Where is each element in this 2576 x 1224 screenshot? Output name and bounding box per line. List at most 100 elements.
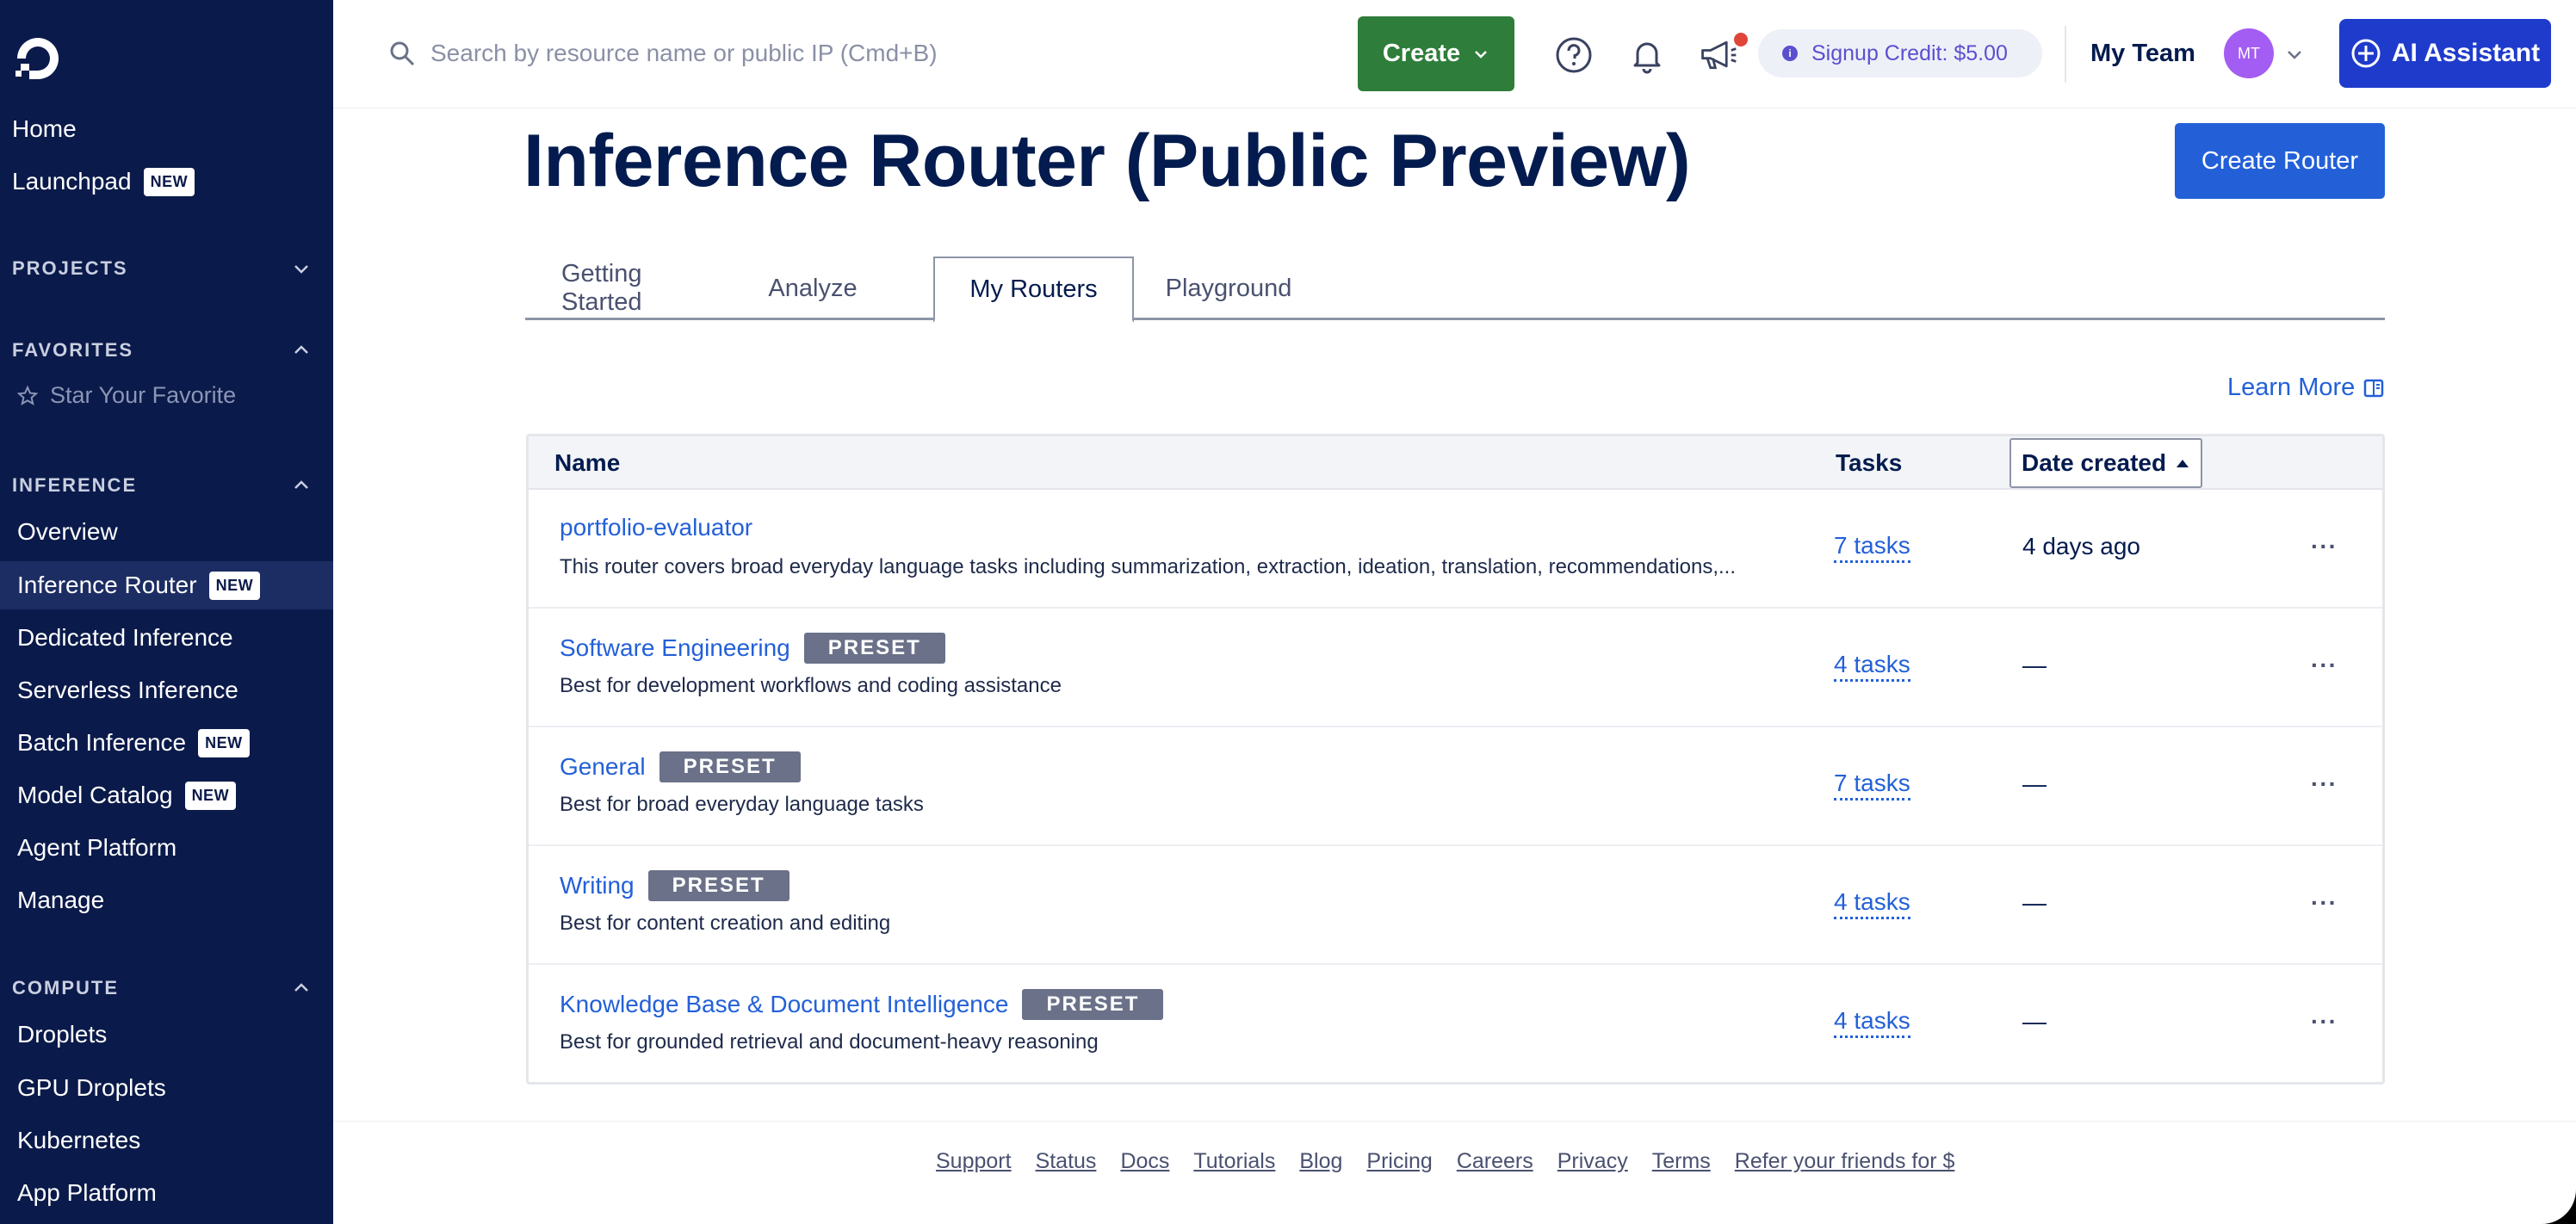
learn-more-label: Learn More <box>2227 374 2356 401</box>
sidebar-item-label: GPU Droplets <box>17 1074 166 1101</box>
date-created: — <box>2022 652 2047 678</box>
sidebar-item-gpu-droplets[interactable]: GPU Droplets <box>0 1064 333 1112</box>
sidebar-item-batch-inference[interactable]: Batch Inference NEW <box>0 719 333 767</box>
new-badge: NEW <box>208 571 261 600</box>
sidebar-item-home[interactable]: Home <box>0 105 333 153</box>
router-name-cell: Writing PRESET <box>560 870 790 901</box>
section-favorites[interactable]: FAVORITES <box>0 333 333 368</box>
router-name-link[interactable]: General <box>560 753 646 781</box>
favorite-label: Star Your Favorite <box>50 382 237 408</box>
tab-analyze[interactable]: Analyze <box>761 257 864 320</box>
avatar[interactable]: MT <box>2224 28 2274 78</box>
tasks-link[interactable]: 4 tasks <box>1834 1006 1910 1038</box>
divider <box>2065 26 2066 83</box>
sidebar-item-app-platform[interactable]: App Platform <box>0 1169 333 1217</box>
section-inference[interactable]: INFERENCE <box>0 468 333 503</box>
section-compute[interactable]: COMPUTE <box>0 971 333 1005</box>
column-header-date-created[interactable]: Date created <box>2009 438 2203 488</box>
chevron-up-icon <box>294 983 308 992</box>
more-options-icon[interactable]: ··· <box>2311 889 2338 917</box>
sidebar-item-dedicated-inference[interactable]: Dedicated Inference <box>0 614 333 662</box>
tasks-link[interactable]: 4 tasks <box>1834 650 1910 682</box>
bell-icon <box>1633 42 1661 74</box>
help-icon <box>1556 37 1592 73</box>
sidebar-item-label: Kubernetes <box>17 1127 141 1153</box>
more-options-icon[interactable]: ··· <box>2311 533 2338 560</box>
star-icon <box>17 385 38 405</box>
router-name-link[interactable]: portfolio-evaluator <box>560 514 752 541</box>
announcements-button[interactable] <box>1698 34 1739 76</box>
more-options-icon[interactable]: ··· <box>2311 770 2338 798</box>
router-description: Best for content creation and editing <box>560 912 891 935</box>
new-badge: NEW <box>198 728 250 757</box>
router-description: Best for grounded retrieval and document… <box>560 1030 1099 1054</box>
help-button[interactable] <box>1553 34 1595 76</box>
footer-link-privacy[interactable]: Privacy <box>1557 1149 1628 1174</box>
tasks-link[interactable]: 7 tasks <box>1834 769 1910 801</box>
more-options-icon[interactable]: ··· <box>2311 652 2338 679</box>
footer-link-docs[interactable]: Docs <box>1120 1149 1169 1174</box>
digitalocean-logo-icon[interactable] <box>10 31 65 86</box>
tab-my-routers[interactable]: My Routers <box>933 257 1134 323</box>
sidebar-item-manage[interactable]: Manage <box>0 876 333 924</box>
section-label: FAVORITES <box>12 339 134 361</box>
sidebar-item-model-catalog[interactable]: Model Catalog NEW <box>0 771 333 819</box>
sidebar-item-launchpad[interactable]: Launchpad NEW <box>0 158 333 206</box>
star-your-favorite[interactable]: Star Your Favorite <box>17 382 236 409</box>
create-router-button[interactable]: Create Router <box>2175 123 2385 199</box>
tab-playground[interactable]: Playground <box>1155 257 1302 320</box>
column-header-label: Date created <box>2022 449 2167 476</box>
router-name-link[interactable]: Software Engineering <box>560 634 790 662</box>
footer-link-terms[interactable]: Terms <box>1652 1149 1711 1174</box>
footer-link-pricing[interactable]: Pricing <box>1366 1149 1432 1174</box>
router-name-cell: Software Engineering PRESET <box>560 633 945 664</box>
column-header-name[interactable]: Name <box>554 436 620 490</box>
sidebar-item-serverless-inference[interactable]: Serverless Inference <box>0 666 333 714</box>
table-row: General PRESET Best for broad everyday l… <box>529 727 2382 846</box>
sidebar-item-label: App Platform <box>17 1179 157 1206</box>
footer-link-status[interactable]: Status <box>1036 1149 1097 1174</box>
sidebar-item-label: Serverless Inference <box>17 677 238 703</box>
search-input[interactable] <box>430 33 1205 74</box>
tasks-link[interactable]: 7 tasks <box>1834 531 1910 563</box>
tab-getting-started[interactable]: Getting Started <box>561 257 684 320</box>
footer-link-support[interactable]: Support <box>936 1149 1012 1174</box>
footer-link-referral[interactable]: Refer your friends for $ <box>1735 1149 1955 1174</box>
table-header: Name Tasks Date created <box>529 436 2382 490</box>
date-created: — <box>2022 889 2047 916</box>
footer-links: Support Status Docs Tutorials Blog Prici… <box>936 1149 1954 1174</box>
learn-more-link[interactable]: Learn More <box>2227 374 2384 402</box>
more-options-icon[interactable]: ··· <box>2311 1008 2338 1035</box>
book-icon <box>2364 379 2384 397</box>
tasks-link[interactable]: 4 tasks <box>1834 887 1910 919</box>
footer-link-blog[interactable]: Blog <box>1299 1149 1342 1174</box>
router-name-cell: portfolio-evaluator <box>560 514 752 541</box>
router-name-link[interactable]: Knowledge Base & Document Intelligence <box>560 991 1008 1018</box>
chevron-up-icon <box>294 480 308 489</box>
team-name[interactable]: My Team <box>2090 40 2195 68</box>
sidebar-item-agent-platform[interactable]: Agent Platform <box>0 824 333 872</box>
chevron-down-icon[interactable] <box>2285 45 2304 64</box>
footer-link-careers[interactable]: Careers <box>1457 1149 1533 1174</box>
sidebar-item-kubernetes[interactable]: Kubernetes <box>0 1116 333 1165</box>
router-name-cell: Knowledge Base & Document Intelligence P… <box>560 989 1164 1020</box>
footer-link-tutorials[interactable]: Tutorials <box>1193 1149 1275 1174</box>
section-projects[interactable]: PROJECTS <box>0 251 333 286</box>
sidebar-item-label: Dedicated Inference <box>17 624 233 651</box>
router-name-link[interactable]: Writing <box>560 872 635 899</box>
column-header-tasks[interactable]: Tasks <box>1836 436 1902 490</box>
sidebar-item-droplets[interactable]: Droplets <box>0 1011 333 1059</box>
new-badge: NEW <box>143 167 195 196</box>
router-description: Best for development workflows and codin… <box>560 674 1062 697</box>
date-created: — <box>2022 1008 2047 1035</box>
date-created: — <box>2022 770 2047 797</box>
create-button[interactable]: Create <box>1358 16 1514 91</box>
ai-assistant-button[interactable]: AI Assistant <box>2339 19 2551 88</box>
sidebar-item-label: Overview <box>17 518 118 545</box>
signup-credit-pill[interactable]: i Signup Credit: $5.00 <box>1758 29 2042 77</box>
sidebar-item-inference-router[interactable]: Inference Router NEW <box>0 561 333 609</box>
sidebar-item-overview[interactable]: Overview <box>0 508 333 556</box>
notifications-button[interactable] <box>1626 34 1668 76</box>
sidebar-item-label: Home <box>12 115 77 142</box>
chevron-up-icon <box>294 345 308 354</box>
